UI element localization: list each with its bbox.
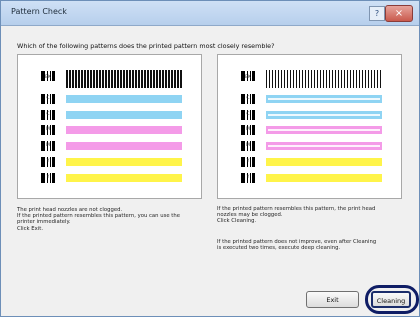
clogged-yellow-label-1: Y bbox=[246, 159, 250, 164]
cyan-band-2 bbox=[66, 111, 182, 119]
cyan-clog-line-2 bbox=[268, 114, 380, 116]
clogged-pattern-panel: BK C C M M Y Y bbox=[217, 54, 402, 199]
black-nozzle-pattern bbox=[66, 70, 182, 88]
window-title: Pattern Check bbox=[11, 7, 67, 16]
cyan-clog-line-1 bbox=[268, 98, 380, 100]
clogged-cyan-label-1: C bbox=[246, 96, 250, 101]
yellow-band-1 bbox=[66, 158, 182, 166]
pattern-question: Which of the following patterns does the… bbox=[17, 42, 275, 50]
clogged-magenta-label-2: M bbox=[246, 143, 250, 148]
magenta-label-2: M bbox=[46, 143, 50, 148]
black-label: BK bbox=[44, 75, 52, 80]
title-bar: Pattern Check ? × bbox=[1, 1, 419, 26]
clogged-pattern-description-1: If the printed pattern resembles this pa… bbox=[217, 206, 407, 225]
cyan-label-1: C bbox=[46, 96, 50, 101]
close-button[interactable]: × bbox=[385, 5, 413, 22]
clogged-black-label: BK bbox=[244, 75, 252, 80]
clogged-black-nozzle-pattern bbox=[266, 70, 382, 88]
magenta-clog-line-1 bbox=[268, 129, 380, 131]
yellow-label-1: Y bbox=[46, 159, 50, 164]
pattern-check-dialog: Pattern Check ? × Which of the following… bbox=[0, 0, 420, 317]
clogged-yellow-band-1 bbox=[266, 158, 382, 166]
normal-pattern-description: The print head nozzles are not clogged. … bbox=[17, 207, 207, 232]
cyan-label-2: C bbox=[46, 112, 50, 117]
magenta-band-2 bbox=[66, 142, 182, 150]
normal-pattern-panel: BK C C M M Y Y bbox=[17, 54, 202, 199]
cyan-band-1 bbox=[66, 95, 182, 103]
clogged-yellow-band-2 bbox=[266, 174, 382, 182]
help-button[interactable]: ? bbox=[369, 6, 385, 21]
normal-description-line-4: Click Exit. bbox=[17, 225, 44, 232]
exit-button[interactable]: Exit bbox=[306, 291, 359, 308]
cleaning-button-highlight bbox=[365, 285, 419, 314]
clogged-yellow-label-2: Y bbox=[246, 175, 250, 180]
clogged-description-line-5: is executed two times, execute deep clea… bbox=[217, 245, 341, 252]
magenta-clog-line-2 bbox=[268, 145, 380, 147]
magenta-band-1 bbox=[66, 126, 182, 134]
clogged-pattern-description-2: If the printed pattern does not improve,… bbox=[217, 239, 407, 251]
yellow-label-2: Y bbox=[46, 175, 50, 180]
clogged-magenta-label-1: M bbox=[246, 127, 250, 132]
clogged-cyan-label-2: C bbox=[246, 112, 250, 117]
clogged-description-line-3: Click Cleaning. bbox=[217, 218, 257, 225]
magenta-label-1: M bbox=[46, 127, 50, 132]
yellow-band-2 bbox=[66, 174, 182, 182]
